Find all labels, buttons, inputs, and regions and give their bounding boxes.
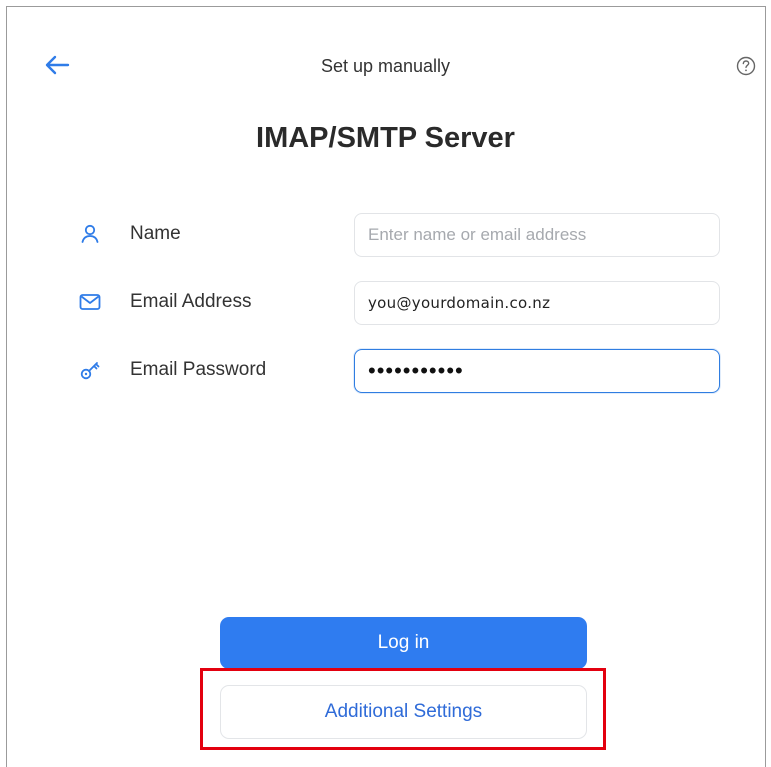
name-label: Name bbox=[130, 223, 181, 244]
email-label: Email Address bbox=[130, 291, 252, 312]
page-title: IMAP/SMTP Server bbox=[256, 122, 515, 154]
key-icon bbox=[78, 358, 102, 382]
email-input[interactable] bbox=[354, 281, 720, 325]
name-input[interactable] bbox=[354, 213, 720, 257]
email-row: Email Address bbox=[78, 281, 728, 325]
help-icon bbox=[735, 56, 757, 81]
password-input[interactable] bbox=[354, 349, 720, 393]
help-button[interactable] bbox=[735, 55, 757, 77]
password-row: Email Password bbox=[78, 349, 728, 393]
login-button[interactable]: Log in bbox=[220, 617, 587, 669]
additional-settings-button[interactable]: Additional Settings bbox=[220, 685, 587, 739]
password-label: Email Password bbox=[130, 359, 267, 380]
envelope-icon bbox=[78, 290, 102, 314]
header-title: Set up manually bbox=[320, 56, 451, 76]
person-icon bbox=[78, 222, 102, 246]
name-row: Name bbox=[78, 213, 728, 257]
